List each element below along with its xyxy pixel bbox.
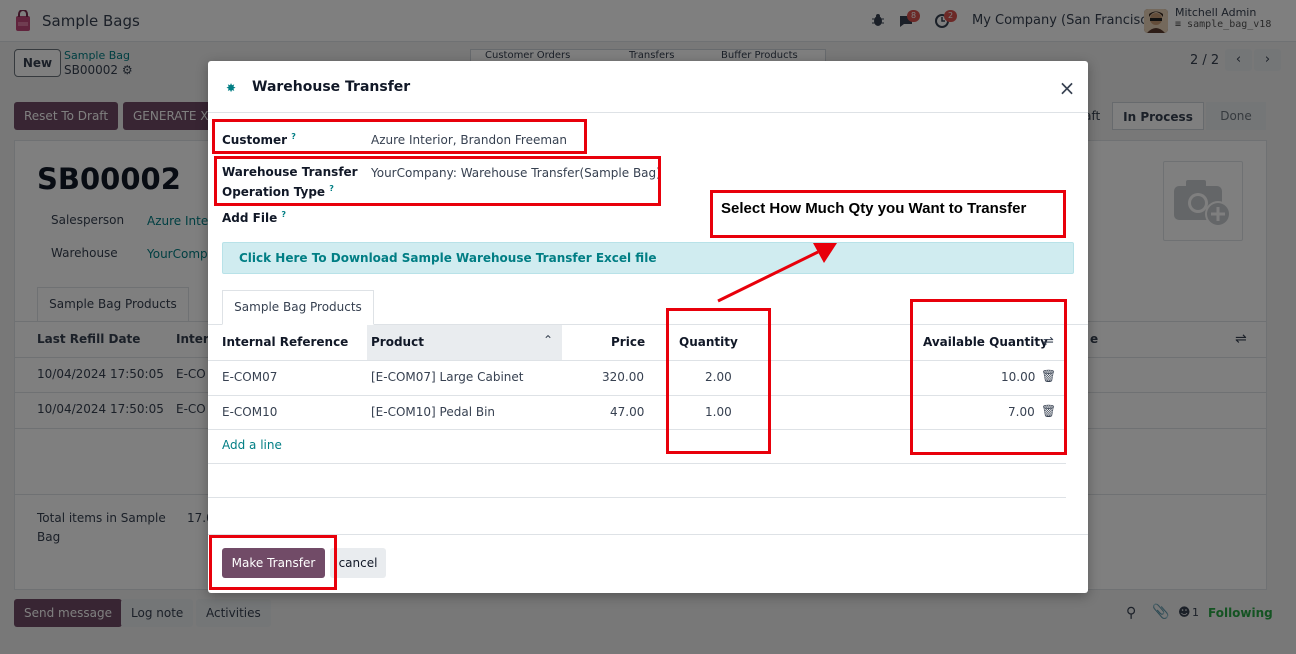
- cancel-button[interactable]: cancel: [330, 548, 386, 578]
- line-product[interactable]: [E-COM10] Pedal Bin: [371, 405, 495, 419]
- row-divider: [208, 497, 1066, 498]
- bug-icon: ✸: [226, 81, 237, 95]
- highlight-customer: [212, 119, 587, 154]
- annotation-text: Select How Much Qty you Want to Transfer: [721, 200, 1027, 217]
- highlight-available-quantity: [910, 299, 1067, 455]
- col-price[interactable]: Price: [611, 335, 645, 349]
- highlight-operation-type: [214, 156, 661, 206]
- dialog-header-divider: [208, 112, 1088, 113]
- line-price[interactable]: 47.00: [610, 405, 644, 419]
- col-product[interactable]: Product: [371, 335, 424, 349]
- line-ref[interactable]: E-COM10: [222, 405, 277, 419]
- line-product[interactable]: [E-COM07] Large Cabinet: [371, 370, 524, 384]
- close-icon[interactable]: ×: [1058, 78, 1076, 98]
- annotation-arrow: [717, 243, 837, 303]
- help-icon[interactable]: ?: [281, 210, 286, 219]
- highlight-quantity: [666, 308, 771, 454]
- highlight-make-transfer: [209, 535, 337, 590]
- add-file-label: Add File ?: [222, 210, 286, 225]
- row-divider: [208, 463, 1066, 464]
- add-file-label-text: Add File: [222, 211, 278, 225]
- line-price[interactable]: 320.00: [602, 370, 644, 384]
- dialog-title: Warehouse Transfer: [252, 79, 411, 95]
- dialog-footer-divider: [208, 534, 1088, 535]
- col-internal-reference[interactable]: Internal Reference: [222, 335, 348, 349]
- download-sample-link[interactable]: Click Here To Download Sample Warehouse …: [239, 251, 656, 265]
- sort-up-icon[interactable]: ⌃: [543, 333, 553, 347]
- tab-sample-bag-products[interactable]: Sample Bag Products: [222, 290, 374, 325]
- add-a-line-link[interactable]: Add a line: [222, 438, 282, 452]
- line-ref[interactable]: E-COM07: [222, 370, 277, 384]
